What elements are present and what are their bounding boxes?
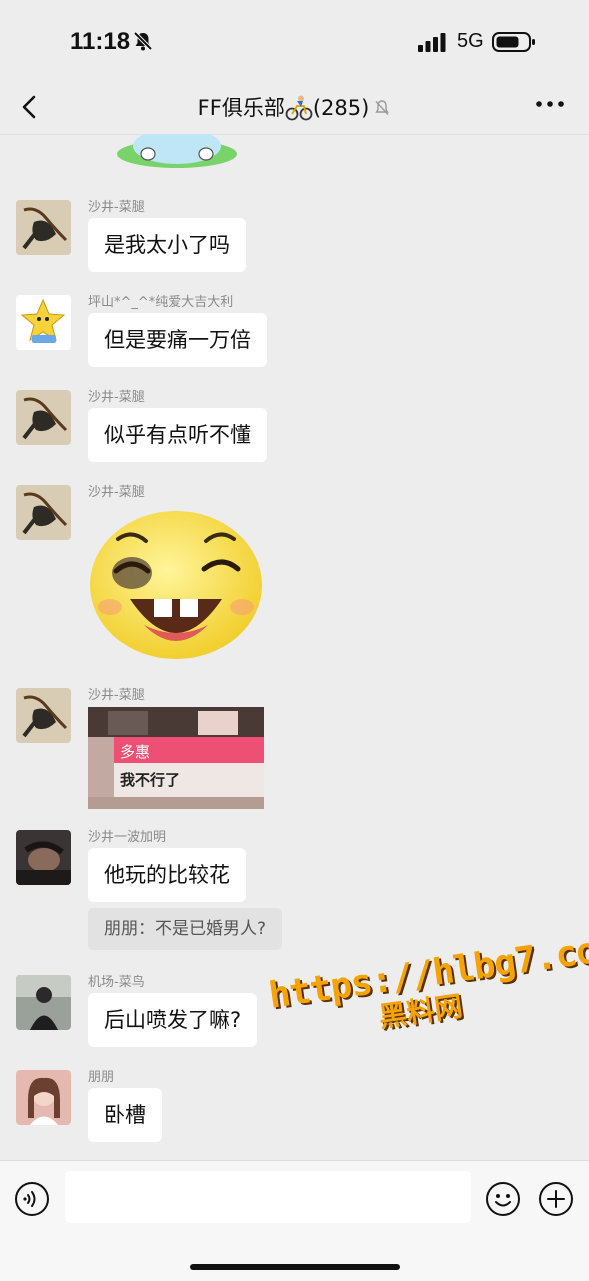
- home-indicator[interactable]: [190, 1264, 400, 1270]
- emoji-picker-icon[interactable]: [485, 1181, 521, 1217]
- sender-name: 沙井-菜腿: [88, 200, 145, 215]
- laughing-emoji-sticker[interactable]: [88, 507, 264, 659]
- status-time: 11:18: [70, 28, 131, 55]
- message-bubble[interactable]: 他玩的比较花: [88, 848, 246, 902]
- chat-header: FF俱乐部 (285): [0, 80, 589, 135]
- bird-avatar-image: [16, 390, 71, 445]
- network-type: 5G: [457, 30, 484, 52]
- message-bubble[interactable]: 似乎有点听不懂: [88, 408, 267, 462]
- cellular-signal-icon: [418, 33, 446, 52]
- avatar[interactable]: [16, 688, 71, 743]
- bell-muted-icon: [133, 31, 153, 51]
- battery-icon: [492, 32, 535, 52]
- chat-title: FF俱乐部 (285): [0, 92, 589, 122]
- sender-name: 沙井-菜腿: [88, 390, 145, 405]
- sender-name: 朋朋: [88, 1070, 115, 1085]
- message-bubble[interactable]: 卧槽: [88, 1088, 162, 1142]
- sender-name: 沙井一波加明: [88, 830, 167, 845]
- image-background: [88, 707, 264, 809]
- more-actions-plus-icon[interactable]: [538, 1181, 574, 1217]
- input-bar: [0, 1160, 589, 1281]
- avatar[interactable]: [16, 295, 71, 350]
- member-count: (285): [312, 96, 370, 120]
- image-caption-bottom: 我不行了: [120, 771, 181, 789]
- sender-name: 坪山*^_^*纯爱大吉大利: [88, 295, 234, 310]
- message-list[interactable]: 沙井-菜腿 是我太小了吗 坪山*^_^*纯爱大吉大利 但是要痛一万倍 沙井-菜腿: [0, 134, 589, 1160]
- quoted-reply[interactable]: 朋朋：不是已婚男人?: [88, 908, 283, 950]
- bird-avatar-image: [16, 485, 71, 540]
- sender-name: 机场-菜鸟: [88, 975, 145, 990]
- message-bubble[interactable]: 但是要痛一万倍: [88, 313, 267, 367]
- avatar[interactable]: [16, 200, 71, 255]
- image-caption-top: 多惠: [120, 743, 151, 761]
- sender-name: 沙井-菜腿: [88, 688, 145, 703]
- bird-avatar-image: [16, 688, 71, 743]
- avatar[interactable]: [16, 830, 71, 885]
- person-avatar-image: [16, 1070, 71, 1125]
- avatar[interactable]: [16, 975, 71, 1030]
- avatar[interactable]: [16, 390, 71, 445]
- cropped-sticker: [117, 134, 237, 168]
- message-input[interactable]: [65, 1171, 471, 1223]
- sender-name: 沙井-菜腿: [88, 485, 145, 500]
- group-name: FF俱乐部: [197, 96, 285, 120]
- voice-input-icon[interactable]: [14, 1181, 50, 1217]
- status-bar: 11:18 5G: [0, 0, 589, 80]
- person-avatar-image: [16, 975, 71, 1030]
- message-bubble[interactable]: 后山喷发了嘛?: [88, 993, 258, 1047]
- more-options-icon[interactable]: [534, 98, 566, 110]
- person-avatar-image: [16, 830, 71, 885]
- star-mascot-avatar-image: [16, 295, 71, 350]
- message-bubble[interactable]: 是我太小了吗: [88, 218, 246, 272]
- bird-avatar-image: [16, 200, 71, 255]
- cyclist-emoji-icon: [285, 95, 313, 121]
- avatar[interactable]: [16, 1070, 71, 1125]
- avatar[interactable]: [16, 485, 71, 540]
- muted-bell-icon: [375, 100, 390, 115]
- image-message[interactable]: 多惠 我不行了: [88, 707, 264, 809]
